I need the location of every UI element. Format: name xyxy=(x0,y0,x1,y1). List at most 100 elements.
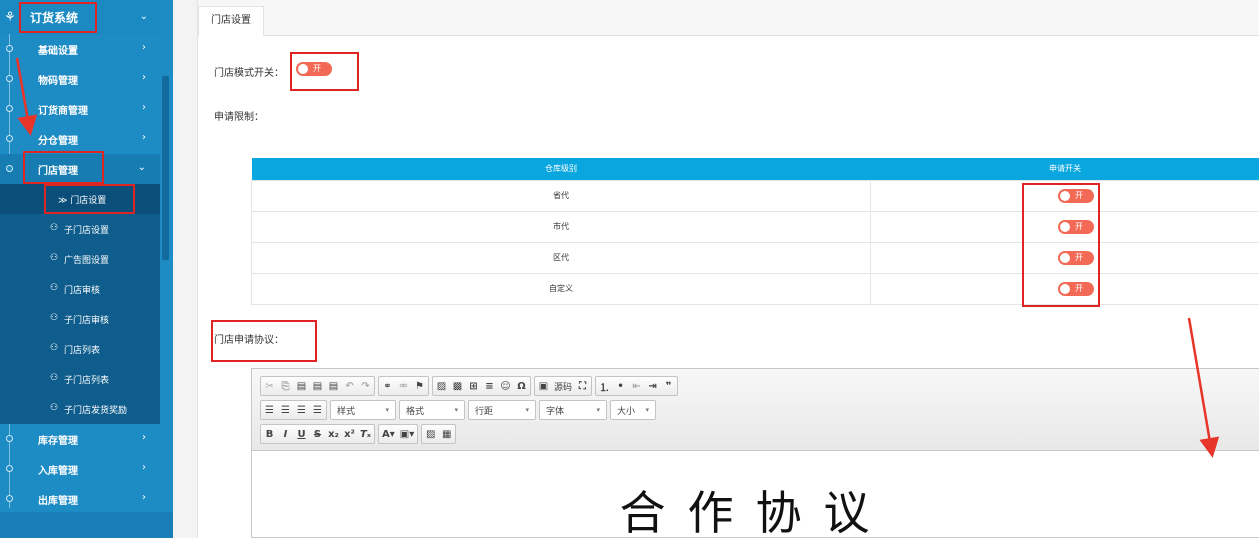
subscript-icon[interactable]: x₂ xyxy=(328,429,339,440)
align-center-icon[interactable]: ☰ xyxy=(280,405,291,416)
apply-limit-label: 申请限制： xyxy=(214,112,264,123)
dropdown-arrow-icon: ▾ xyxy=(645,406,649,414)
user-icon: ⚇ xyxy=(50,283,59,293)
tree-node-icon xyxy=(6,135,13,142)
indent-icon[interactable]: ⇥ xyxy=(647,381,658,392)
sidebar-item-inventory-management[interactable]: 库存管理 › xyxy=(0,424,160,454)
underline-icon[interactable]: U xyxy=(296,429,307,440)
sidebar-item-code-management[interactable]: 物码管理 › xyxy=(0,64,160,94)
dropdown-arrow-icon: ▾ xyxy=(385,406,389,414)
user-icon: ⚇ xyxy=(50,253,59,263)
submenu-label: 子门店设置 xyxy=(64,226,110,236)
cut-icon[interactable]: ✂ xyxy=(264,381,275,392)
cell-level: 市代 xyxy=(251,210,871,243)
toolbar-group-insert: ▨ ▩ ⊞ ≡ ☺ Ω xyxy=(432,376,531,396)
sidebar-item-basic-settings[interactable]: 基础设置 › xyxy=(0,34,160,64)
submenu-store-review[interactable]: ⚇ 门店审核 xyxy=(0,274,160,304)
highlight-box xyxy=(211,320,317,362)
paste-word-icon[interactable]: ▤ xyxy=(328,381,339,392)
font-select[interactable]: 字体 ▾ xyxy=(539,400,607,420)
tree-node-icon xyxy=(6,495,13,502)
undo-icon[interactable]: ↶ xyxy=(344,381,355,392)
redo-icon[interactable]: ↷ xyxy=(360,381,371,392)
sidebar-item-label: 分仓管理 xyxy=(38,136,78,147)
document-title: 合作协议 xyxy=(619,486,892,538)
numbered-list-icon[interactable]: ⒈ xyxy=(599,379,610,394)
submenu-sub-store-review[interactable]: ⚇ 子门店审核 xyxy=(0,304,160,334)
paste-text-icon[interactable]: ▤ xyxy=(312,381,323,392)
table-row: 区代 开 xyxy=(251,241,1259,274)
table-row: 自定义 开 xyxy=(251,272,1259,305)
anchor-flag-icon[interactable]: ⚑ xyxy=(414,381,425,392)
submenu-sub-store-list[interactable]: ⚇ 子门店列表 xyxy=(0,364,160,394)
toolbar-group-clipboard: ✂ ⎘ ▤ ▤ ▤ ↶ ↷ xyxy=(260,376,375,396)
toolbar-row: ☰ ☰ ☰ ☰ 样式 ▾ 格式 ▾ 行距 ▾ 字体 ▾ 大小 ▾ xyxy=(260,400,656,420)
font-size-select[interactable]: 大小 ▾ xyxy=(610,400,656,420)
table-icon[interactable]: ⊞ xyxy=(468,381,479,392)
remove-format-icon[interactable]: Tₓ xyxy=(360,429,371,440)
paste-icon[interactable]: ▤ xyxy=(296,381,307,392)
horizontal-rule-icon[interactable]: ≡ xyxy=(484,381,495,392)
flash-icon[interactable]: ▩ xyxy=(452,381,463,392)
outdent-icon[interactable]: ⇤ xyxy=(631,381,642,392)
qrcode-icon[interactable]: ▦ xyxy=(441,429,452,440)
special-char-icon[interactable]: Ω xyxy=(516,381,527,392)
format-select-label: 格式 xyxy=(406,406,425,417)
maximize-icon[interactable]: ⛶ xyxy=(577,381,588,392)
style-select[interactable]: 样式 ▾ xyxy=(330,400,396,420)
link-icon[interactable]: ⚭ xyxy=(382,381,393,392)
sidebar-item-label: 出库管理 xyxy=(38,496,78,507)
sidebar-item-dealer-management[interactable]: 订货商管理 › xyxy=(0,94,160,124)
bold-icon[interactable]: B xyxy=(264,429,275,440)
source-button[interactable]: 源码 xyxy=(554,380,572,393)
sidebar-item-label: 基础设置 xyxy=(38,46,78,57)
bulleted-list-icon[interactable]: • xyxy=(615,381,626,392)
sidebar-item-warehouse-management[interactable]: 分仓管理 › xyxy=(0,124,160,154)
user-icon: ⚇ xyxy=(50,373,59,383)
table-header-row: 仓库级别 申请开关 xyxy=(251,158,1259,180)
sidebar-item-outbound-management[interactable]: 出库管理 › xyxy=(0,484,160,514)
sidebar-scrollbar-thumb[interactable] xyxy=(162,76,169,260)
rich-text-editor[interactable]: ✂ ⎘ ▤ ▤ ▤ ↶ ↷ ⚭ ⚮ ⚑ ▨ ▩ ⊞ ≡ ☺ Ω ▣ 源码 ⛶ ⒈… xyxy=(251,368,1259,538)
submenu-store-list[interactable]: ⚇ 门店列表 xyxy=(0,334,160,364)
submenu-sub-store-settings[interactable]: ⚇ 子门店设置 xyxy=(0,214,160,244)
copy-icon[interactable]: ⎘ xyxy=(280,381,291,392)
insert-image-icon[interactable]: ▨ xyxy=(425,429,436,440)
tree-node-icon xyxy=(6,75,13,82)
chevron-right-icon: › xyxy=(142,492,146,503)
user-icon: ⚇ xyxy=(50,343,59,353)
line-height-select[interactable]: 行距 ▾ xyxy=(468,400,536,420)
unlink-icon[interactable]: ⚮ xyxy=(398,381,409,392)
toolbar-group-lists: ⒈ • ⇤ ⇥ ❞ xyxy=(595,376,679,396)
format-select[interactable]: 格式 ▾ xyxy=(399,400,465,420)
cell-level: 省代 xyxy=(251,179,871,212)
submenu-sub-store-shipping-reward[interactable]: ⚇ 子门店发货奖励 xyxy=(0,394,160,424)
align-left-icon[interactable]: ☰ xyxy=(264,405,275,416)
align-justify-icon[interactable]: ☰ xyxy=(312,405,323,416)
toolbar-group-links: ⚭ ⚮ ⚑ xyxy=(378,376,429,396)
column-header-level: 仓库级别 xyxy=(251,158,871,180)
dropdown-arrow-icon: ▾ xyxy=(525,406,529,414)
toolbar-group-source: ▣ 源码 ⛶ xyxy=(534,376,593,396)
tree-node-icon xyxy=(6,465,13,472)
strikethrough-icon[interactable]: S xyxy=(312,429,323,440)
smiley-icon[interactable]: ☺ xyxy=(500,381,511,392)
tab-store-settings[interactable]: 门店设置 xyxy=(198,6,264,36)
highlight-box xyxy=(44,184,135,214)
user-icon: ⚇ xyxy=(50,403,59,413)
tree-node-icon xyxy=(6,165,13,172)
blockquote-icon[interactable]: ❞ xyxy=(663,381,674,392)
submenu-label: 子门店列表 xyxy=(64,376,110,386)
background-color-icon[interactable]: ▣▾ xyxy=(400,429,414,440)
sidebar: ⚘ 订货系统 ⌄ 基础设置 › 物码管理 › 订货商管理 › 分仓管理 › 门店… xyxy=(0,0,173,538)
italic-icon[interactable]: I xyxy=(280,429,291,440)
image-icon[interactable]: ▨ xyxy=(436,381,447,392)
toolbar-group-text-style: B I U S x₂ x² Tₓ xyxy=(260,424,375,444)
sidebar-item-inbound-management[interactable]: 入库管理 › xyxy=(0,454,160,484)
align-right-icon[interactable]: ☰ xyxy=(296,405,307,416)
submenu-banner-settings[interactable]: ⚇ 广告图设置 xyxy=(0,244,160,274)
chevron-right-icon: › xyxy=(142,132,146,143)
superscript-icon[interactable]: x² xyxy=(344,429,355,440)
text-color-icon[interactable]: A▾ xyxy=(382,429,395,440)
chevron-right-icon: › xyxy=(142,42,146,53)
